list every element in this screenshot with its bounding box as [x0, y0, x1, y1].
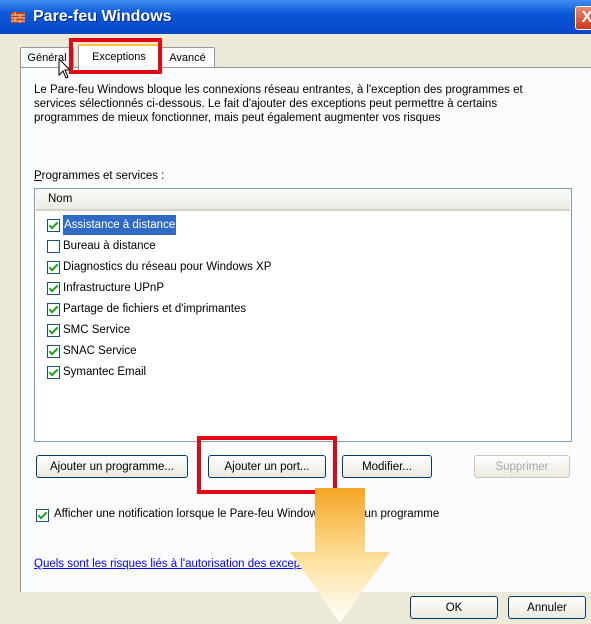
close-icon: X [581, 9, 591, 26]
list-item-label: Partage de fichiers et d'imprimantes [63, 303, 247, 315]
mouse-cursor-icon [58, 58, 72, 79]
checkbox[interactable] [47, 324, 60, 337]
programs-label-text: rogrammes et services : [41, 170, 165, 182]
checkbox[interactable] [47, 303, 60, 316]
list-item[interactable]: Diagnostics du réseau pour Windows XP [47, 257, 552, 277]
close-button[interactable]: X [575, 6, 591, 30]
button-highlight-box [197, 436, 337, 494]
list-item-label: SMC Service [63, 324, 131, 336]
cancel-button[interactable]: Annuler [508, 596, 586, 619]
checkbox[interactable] [47, 261, 60, 274]
list-item[interactable]: SMC Service [47, 320, 552, 340]
window-title: Pare-feu Windows [33, 8, 172, 25]
list-item-label: Symantec Email [63, 366, 147, 378]
list-item-label: SNAC Service [63, 345, 137, 357]
list-item[interactable]: SNAC Service [47, 341, 552, 361]
tab-highlight-box [69, 38, 162, 74]
list-item-label: Infrastructure UPnP [63, 282, 164, 294]
list-item[interactable]: Partage de fichiers et d'imprimantes [47, 299, 552, 319]
tab-advanced[interactable]: Avancé [160, 47, 215, 68]
column-header-name[interactable]: Nom [36, 190, 570, 211]
tab-advanced-label: Avancé [169, 52, 206, 64]
notification-checkbox[interactable] [36, 509, 49, 522]
list-item-label: Diagnostics du réseau pour Windows XP [63, 261, 272, 273]
description-text: Le Pare-feu Windows bloque les connexion… [34, 84, 523, 124]
checkbox[interactable] [47, 219, 60, 232]
programs-label-mnemonic: P [34, 170, 42, 182]
ok-button[interactable]: OK [410, 596, 498, 619]
checkbox[interactable] [47, 240, 60, 253]
list-item-label: Bureau à distance [63, 240, 156, 252]
list-item[interactable]: Symantec Email [47, 362, 552, 382]
list-item-label: Assistance à distance [63, 215, 177, 235]
title-bar[interactable]: Pare-feu Windows X [0, 0, 591, 34]
modify-button[interactable]: Modifier... [342, 455, 432, 478]
list-item[interactable]: Bureau à distance [47, 236, 552, 256]
checkbox[interactable] [47, 345, 60, 358]
programs-label: Programmes et services : [34, 170, 164, 182]
firewall-dialog: Pare-feu Windows X Général Exceptions Av… [0, 0, 591, 624]
list-item[interactable]: Assistance à distance [47, 215, 552, 235]
down-arrow-icon [290, 488, 390, 623]
checkbox[interactable] [47, 282, 60, 295]
delete-button[interactable]: Supprimer [474, 455, 570, 478]
add-program-button[interactable]: Ajouter un programme... [36, 455, 188, 478]
list-item[interactable]: Infrastructure UPnP [47, 278, 552, 298]
programs-list[interactable]: Nom Assistance à distance Bureau à dista… [34, 188, 572, 442]
firewall-icon [11, 12, 25, 23]
column-header-label: Nom [48, 193, 73, 205]
checkbox[interactable] [47, 366, 60, 379]
